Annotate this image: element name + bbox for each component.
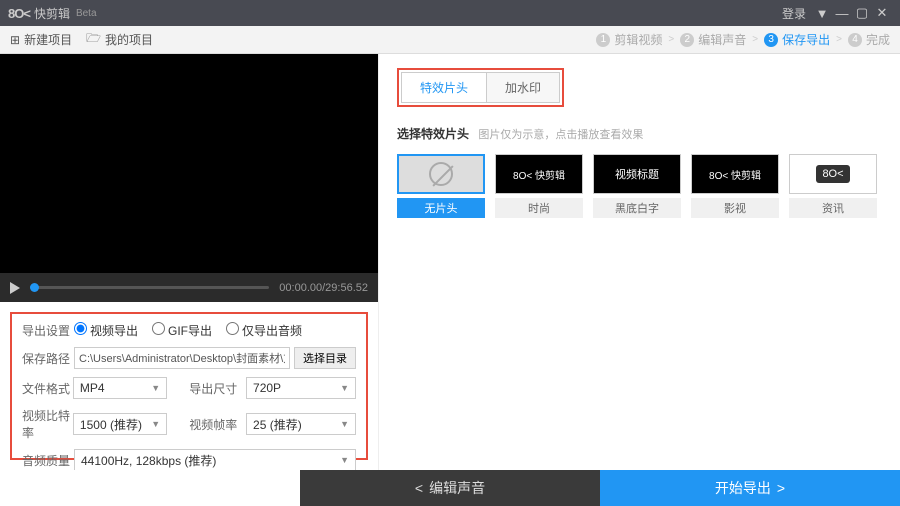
save-path-input[interactable] xyxy=(74,347,290,369)
app-name: 快剪辑 xyxy=(34,5,70,22)
chevron-down-icon: ▼ xyxy=(340,419,349,429)
file-format-select[interactable]: MP4▼ xyxy=(73,377,167,399)
fps-label: 视频帧率 xyxy=(189,416,246,433)
chevron-down-icon: ▼ xyxy=(340,455,349,465)
time-display: 00:00.00/29:56.52 xyxy=(279,282,368,294)
new-project-icon: ⊞ xyxy=(10,33,20,47)
step-2[interactable]: 2编辑声音 xyxy=(680,31,746,48)
chevron-down-icon: ▼ xyxy=(151,383,160,393)
back-button[interactable]: <编辑声音 xyxy=(300,470,600,506)
beta-label: Beta xyxy=(76,8,97,19)
timeline-slider[interactable] xyxy=(30,286,269,289)
toolbar: ⊞ 新建项目 🗁 我的项目 1剪辑视频 > 2编辑声音 > 3保存导出 > 4完… xyxy=(0,26,900,54)
logo-icon: 8O< xyxy=(8,6,30,21)
dropdown-icon[interactable]: ▼ xyxy=(812,3,832,23)
radio-video-export[interactable]: 视频导出 xyxy=(74,322,138,339)
video-preview[interactable] xyxy=(0,54,378,273)
browse-button[interactable]: 选择目录 xyxy=(294,347,356,369)
new-project-button[interactable]: ⊞ 新建项目 xyxy=(10,31,72,48)
app-logo: 8O< 快剪辑 Beta xyxy=(8,5,97,22)
section-title: 选择特效片头 图片仅为示意，点击播放查看效果 xyxy=(397,125,882,142)
title-bar: 8O< 快剪辑 Beta 登录 ▼ — ▢ ✕ xyxy=(0,0,900,26)
play-bar: 00:00.00/29:56.52 xyxy=(0,273,378,302)
audio-quality-select[interactable]: 44100Hz, 128kbps (推荐)▼ xyxy=(74,449,356,471)
radio-audio-export[interactable]: 仅导出音频 xyxy=(226,322,302,339)
tab-group: 特效片头 加水印 xyxy=(397,68,564,107)
timeline-handle[interactable] xyxy=(30,283,39,292)
maximize-button[interactable]: ▢ xyxy=(852,3,872,23)
minimize-button[interactable]: — xyxy=(832,3,852,23)
chevron-down-icon: ▼ xyxy=(151,419,160,429)
bitrate-select[interactable]: 1500 (推荐)▼ xyxy=(73,413,167,435)
thumb-news[interactable]: 8O< 资讯 xyxy=(789,154,877,218)
login-link[interactable]: 登录 xyxy=(782,5,806,22)
bitrate-label: 视频比特率 xyxy=(22,407,73,441)
new-project-label: 新建项目 xyxy=(24,31,72,48)
fps-select[interactable]: 25 (推荐)▼ xyxy=(246,413,356,435)
tab-title-effects[interactable]: 特效片头 xyxy=(401,72,487,103)
save-path-label: 保存路径 xyxy=(22,350,74,367)
title-thumbnails: 无片头 8O< 快剪辑 时尚 视频标题 黑底白字 8O< 快剪辑 影视 8O< … xyxy=(397,154,882,218)
audio-quality-label: 音频质量 xyxy=(22,452,74,469)
my-projects-button[interactable]: 🗁 我的项目 xyxy=(86,29,153,50)
thumb-movie[interactable]: 8O< 快剪辑 影视 xyxy=(691,154,779,218)
left-panel: 00:00.00/29:56.52 导出设置 视频导出 GIF导出 仅导出音频 … xyxy=(0,54,378,470)
step-1[interactable]: 1剪辑视频 xyxy=(596,31,662,48)
thumb-fashion[interactable]: 8O< 快剪辑 时尚 xyxy=(495,154,583,218)
my-projects-label: 我的项目 xyxy=(105,31,153,48)
folder-icon: 🗁 xyxy=(86,29,101,50)
export-size-select[interactable]: 720P▼ xyxy=(246,377,356,399)
export-settings-label: 导出设置 xyxy=(22,322,74,339)
start-export-button[interactable]: 开始导出> xyxy=(600,470,900,506)
file-format-label: 文件格式 xyxy=(22,380,73,397)
thumb-black-white[interactable]: 视频标题 黑底白字 xyxy=(593,154,681,218)
tab-watermark[interactable]: 加水印 xyxy=(487,72,560,103)
right-panel: 特效片头 加水印 选择特效片头 图片仅为示意，点击播放查看效果 无片头 8O< … xyxy=(378,54,900,470)
step-3[interactable]: 3保存导出 xyxy=(764,31,830,48)
no-title-icon xyxy=(429,162,453,186)
section-hint: 图片仅为示意，点击播放查看效果 xyxy=(478,129,643,141)
chevron-down-icon: ▼ xyxy=(340,383,349,393)
radio-gif-export[interactable]: GIF导出 xyxy=(152,322,212,339)
play-button[interactable] xyxy=(10,282,20,294)
thumb-none[interactable]: 无片头 xyxy=(397,154,485,218)
step-indicator: 1剪辑视频 > 2编辑声音 > 3保存导出 > 4完成 xyxy=(596,31,890,48)
export-settings-panel: 导出设置 视频导出 GIF导出 仅导出音频 保存路径 选择目录 文件格式 MP4… xyxy=(10,312,368,460)
footer: <编辑声音 开始导出> xyxy=(0,470,900,506)
close-button[interactable]: ✕ xyxy=(872,3,892,23)
step-4: 4完成 xyxy=(848,31,890,48)
export-size-label: 导出尺寸 xyxy=(189,380,246,397)
